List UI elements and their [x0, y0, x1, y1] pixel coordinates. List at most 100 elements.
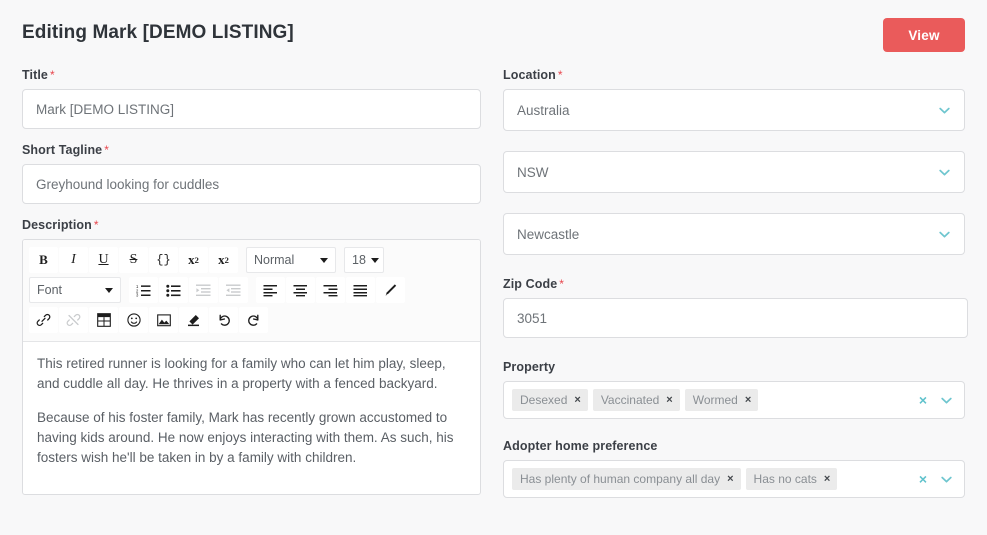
chevron-down-icon	[370, 257, 379, 263]
adopter-home-preference-label: Adopter home preference	[503, 439, 658, 453]
superscript-button[interactable]: x2	[179, 247, 208, 273]
paragraph-style-value: Normal	[254, 253, 295, 267]
description-paragraph: Because of his foster family, Mark has r…	[37, 410, 454, 465]
unlink-icon[interactable]	[59, 307, 88, 333]
tag-chip: Desexed ×	[512, 389, 588, 411]
description-editor-content[interactable]: This retired runner is looking for a fam…	[23, 342, 480, 494]
right-column: Location * Australia NSW Newcastle Zip C…	[503, 68, 968, 512]
short-tagline-input[interactable]: Greyhound looking for cuddles	[22, 164, 481, 204]
city-select[interactable]: Newcastle	[503, 213, 965, 255]
property-label: Property	[503, 360, 556, 374]
short-tagline-field-group: Short Tagline * Greyhound looking for cud…	[22, 143, 481, 204]
tag-chip: Wormed ×	[684, 389, 759, 411]
property-field-actions: ×	[919, 393, 956, 407]
align-center-button[interactable]	[286, 277, 315, 303]
underline-button[interactable]: U	[89, 247, 118, 273]
image-icon[interactable]	[149, 307, 178, 333]
chevron-down-icon[interactable]	[940, 473, 953, 486]
location-label: Location *	[503, 68, 965, 82]
chevron-down-icon	[105, 287, 113, 293]
indent-increase-button[interactable]	[189, 277, 218, 303]
property-multiselect[interactable]: Desexed × Vaccinated × Wormed × ×	[503, 381, 965, 419]
description-required-marker: *	[93, 218, 99, 232]
tag-label: Desexed	[520, 393, 568, 407]
tag-chip: Has plenty of human company all day ×	[512, 468, 741, 490]
property-tag-list: Desexed × Vaccinated × Wormed ×	[512, 389, 914, 411]
country-select-value: Australia	[517, 102, 570, 118]
description-paragraph: This retired runner is looking for a fam…	[37, 356, 446, 391]
emoji-icon[interactable]	[119, 307, 148, 333]
chevron-down-icon	[938, 104, 951, 117]
location-required-marker: *	[557, 68, 563, 82]
bold-button[interactable]: B	[29, 247, 58, 273]
subscript-index: 2	[224, 255, 229, 265]
align-justify-button[interactable]	[346, 277, 375, 303]
editor-toolbar: B I U S {} x2 x2 Normal 18 Font 1 2 3	[23, 240, 480, 342]
tag-label: Wormed	[692, 393, 738, 407]
tag-chip: Has no cats ×	[745, 468, 838, 490]
superscript-exponent: 2	[194, 255, 199, 265]
adopter-home-preference-field-actions: ×	[919, 472, 956, 486]
short-tagline-label-text: Short Tagline	[22, 143, 103, 157]
strikethrough-button[interactable]: S	[119, 247, 148, 273]
adopter-home-preference-field-group: Adopter home preference Has plenty of hu…	[503, 439, 965, 498]
clear-all-icon[interactable]: ×	[919, 472, 927, 486]
font-size-value: 18	[352, 253, 366, 267]
view-button[interactable]: View	[883, 18, 965, 52]
chevron-down-icon	[320, 257, 328, 263]
subscript-button[interactable]: x2	[209, 247, 238, 273]
description-field-group: Description * B I U S {} x2 x2 Normal 18…	[22, 218, 481, 495]
clear-all-icon[interactable]: ×	[919, 393, 927, 407]
unordered-list-button[interactable]	[159, 277, 188, 303]
toolbar-row-formatting: B I U S {} x2 x2 Normal 18	[29, 245, 474, 275]
tag-label: Has no cats	[753, 472, 817, 486]
adopter-home-preference-multiselect[interactable]: Has plenty of human company all day × Ha…	[503, 460, 965, 498]
align-left-button[interactable]	[256, 277, 285, 303]
chevron-down-icon	[938, 228, 951, 241]
redo-icon[interactable]	[239, 307, 268, 333]
toolbar-row-lists-align: Font 123	[29, 275, 474, 305]
align-right-button[interactable]	[316, 277, 345, 303]
state-select[interactable]: NSW	[503, 151, 965, 193]
zip-code-input[interactable]: 3051	[503, 298, 968, 338]
italic-button[interactable]: I	[59, 247, 88, 273]
page-title: Editing Mark [DEMO LISTING]	[22, 22, 294, 43]
title-label-text: Title	[22, 68, 48, 82]
clear-formatting-eraser-icon[interactable]	[179, 307, 208, 333]
city-select-value: Newcastle	[517, 226, 580, 242]
text-color-pen-icon[interactable]	[376, 277, 405, 303]
short-tagline-required-marker: *	[104, 143, 110, 157]
zip-code-label: Zip Code *	[503, 277, 965, 291]
table-icon[interactable]	[89, 307, 118, 333]
code-block-button[interactable]: {}	[149, 247, 178, 273]
tag-remove-icon[interactable]: ×	[574, 394, 580, 406]
country-select[interactable]: Australia	[503, 89, 965, 131]
property-field-group: Property Desexed × Vaccinated × Wormed ×…	[503, 360, 965, 419]
title-input[interactable]: Mark [DEMO LISTING]	[22, 89, 481, 129]
font-size-select[interactable]: 18	[344, 247, 384, 273]
page-header: Editing Mark [DEMO LISTING] View	[22, 18, 965, 62]
rich-text-editor: B I U S {} x2 x2 Normal 18 Font 1 2 3 Th…	[22, 239, 481, 495]
title-label: Title *	[22, 68, 481, 82]
indent-decrease-button[interactable]	[219, 277, 248, 303]
tag-remove-icon[interactable]: ×	[745, 394, 751, 406]
editing-listing-page: Editing Mark [DEMO LISTING] View Title * …	[0, 0, 987, 535]
chevron-down-icon[interactable]	[940, 394, 953, 407]
tag-remove-icon[interactable]: ×	[824, 473, 830, 485]
tag-chip: Vaccinated ×	[592, 389, 680, 411]
ordered-list-button[interactable]: 123	[129, 277, 158, 303]
tag-remove-icon[interactable]: ×	[727, 473, 733, 485]
adopter-home-preference-tag-list: Has plenty of human company all day × Ha…	[512, 468, 914, 490]
location-field-group: Location * Australia NSW Newcastle	[503, 68, 965, 255]
toolbar-row-insert	[29, 305, 474, 335]
link-icon[interactable]	[29, 307, 58, 333]
paragraph-style-select[interactable]: Normal	[246, 247, 336, 273]
description-label-text: Description	[22, 218, 92, 232]
font-family-select[interactable]: Font	[29, 277, 121, 303]
state-select-value: NSW	[517, 164, 549, 180]
svg-text:3: 3	[136, 293, 139, 297]
location-label-text: Location	[503, 68, 556, 82]
tag-remove-icon[interactable]: ×	[666, 394, 672, 406]
undo-icon[interactable]	[209, 307, 238, 333]
zip-code-field-group: Zip Code * 3051	[503, 277, 968, 338]
